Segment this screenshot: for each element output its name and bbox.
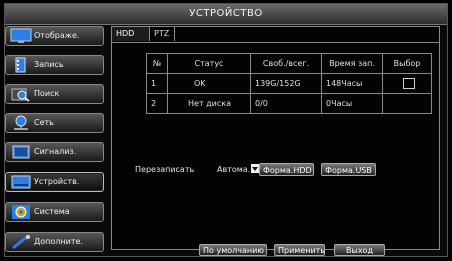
sidebar-item-label: Устройств. xyxy=(34,177,80,186)
sidebar-item-record[interactable]: Запись xyxy=(5,55,104,75)
hdd-table: № Статус Своб./всег. Время зап. Выбор 1 … xyxy=(146,53,432,114)
column-header: Выбор xyxy=(382,53,432,74)
column-header: Статус xyxy=(167,53,251,74)
monitor-icon xyxy=(10,28,32,44)
disk-number: 2 xyxy=(146,93,168,114)
device-icon xyxy=(10,174,32,190)
table-header-row: № Статус Своб./всег. Время зап. Выбор xyxy=(146,53,432,74)
magnifier-icon xyxy=(10,86,32,102)
main-panel: HDD PTZ № Статус Своб./всег. Время зап. … xyxy=(111,26,440,256)
column-header: Время зап. xyxy=(321,53,383,74)
exit-button[interactable]: Выход xyxy=(334,244,385,256)
disk-record-time: 148Часы xyxy=(321,73,383,94)
sidebar-item-label: Поиск xyxy=(34,89,60,98)
table-row[interactable]: 1 OK 139G/152G 148Часы xyxy=(146,73,432,94)
format-usb-button[interactable]: Форма.USB xyxy=(321,163,376,176)
sidebar-item-device[interactable]: Устройств. xyxy=(5,172,104,192)
sidebar-item-label: Запись xyxy=(34,60,64,69)
sidebar-item-search[interactable]: Поиск xyxy=(5,84,104,104)
sidebar-item-display[interactable]: Отображе. xyxy=(5,26,104,46)
sidebar-item-label: Дополните. xyxy=(34,237,83,246)
column-header: № xyxy=(146,53,168,74)
disk-number: 1 xyxy=(146,73,168,94)
network-icon xyxy=(10,115,32,131)
film-icon xyxy=(10,57,32,73)
sidebar-item-label: Отображе. xyxy=(34,31,80,40)
default-button[interactable]: По умолчанию xyxy=(199,244,267,256)
tab-hdd[interactable]: HDD xyxy=(112,27,150,41)
sidebar-item-network[interactable]: Сеть xyxy=(5,113,104,133)
disk-status: Нет диска xyxy=(167,93,251,114)
column-header: Своб./всег. xyxy=(250,53,322,74)
tab-ptz[interactable]: PTZ xyxy=(150,27,175,41)
disk-select-cell xyxy=(382,93,432,114)
overwrite-label: Перезаписать xyxy=(135,165,195,174)
sidebar-item-system[interactable]: Система xyxy=(5,202,104,222)
format-hdd-button[interactable]: Форма.HDD xyxy=(259,163,314,176)
window-title: УСТРОЙСТВО xyxy=(5,4,447,25)
sidebar-item-label: Сигнализ. xyxy=(34,147,77,156)
disk-select-checkbox[interactable] xyxy=(403,78,415,89)
disk-free-total: 0/0 xyxy=(250,93,322,114)
sidebar-item-advanced[interactable]: Дополните. xyxy=(5,232,104,252)
disk-select-cell xyxy=(382,73,432,94)
overwrite-value: Автома. xyxy=(217,165,251,174)
table-row[interactable]: 2 Нет диска 0/0 0Часы xyxy=(146,93,432,114)
alarm-icon xyxy=(10,144,32,160)
overwrite-row: Перезаписать Автома. xyxy=(135,163,261,177)
sidebar: Отображе. Запись Поиск Сеть Сигнализ. Ус… xyxy=(5,26,104,252)
gear-icon xyxy=(10,204,32,220)
tools-icon xyxy=(10,234,32,250)
sidebar-item-label: Сеть xyxy=(34,118,54,127)
sidebar-item-label: Система xyxy=(34,207,70,216)
disk-record-time: 0Часы xyxy=(321,93,383,114)
overwrite-select[interactable]: Автома. xyxy=(217,163,261,177)
tab-bar: HDD PTZ xyxy=(112,27,439,43)
sidebar-item-alarm[interactable]: Сигнализ. xyxy=(5,142,104,162)
apply-button[interactable]: Применить xyxy=(274,244,325,256)
disk-free-total: 139G/152G xyxy=(250,73,322,94)
disk-status: OK xyxy=(167,73,251,94)
